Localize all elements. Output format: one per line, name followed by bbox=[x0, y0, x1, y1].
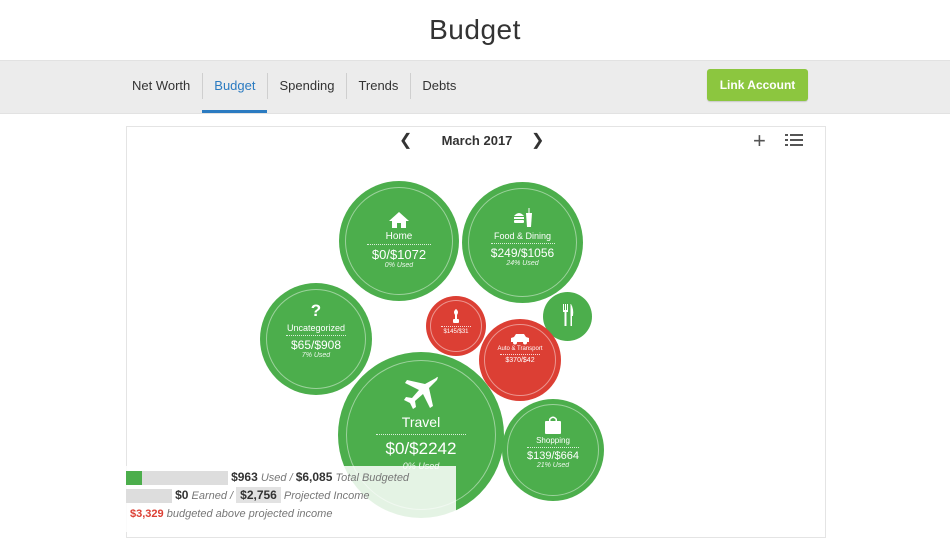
bubble-uncategorized-amount: $65/$908 bbox=[290, 338, 342, 352]
fast-food-icon bbox=[513, 208, 532, 227]
nav-bar: Net Worth Budget Spending Trends Debts L… bbox=[0, 60, 950, 114]
budget-summary: $963 Used / $6,085 Total Budgeted $0 Ear… bbox=[126, 466, 456, 532]
question-mark-icon: ? bbox=[310, 301, 322, 320]
bubble-travel-amount: $0/$2242 bbox=[385, 439, 457, 458]
summary-earned-label: Earned / bbox=[191, 490, 234, 502]
bubble-auto-transport[interactable]: Auto & Transport $370/$42 bbox=[479, 319, 561, 401]
bubble-shopping-name: Shopping bbox=[536, 436, 570, 445]
bubble-small-over[interactable]: $145/$31 bbox=[426, 296, 486, 356]
bubble-shopping-used: 21% Used bbox=[536, 462, 570, 469]
bubble-home-used: 0% Used bbox=[384, 262, 414, 269]
bubble-uncategorized-used: 7% Used bbox=[301, 352, 331, 359]
house-icon bbox=[389, 212, 409, 228]
shopping-bag-icon bbox=[545, 416, 561, 434]
bubble-auto-transport-amount: $370/$42 bbox=[505, 357, 535, 364]
car-icon bbox=[511, 334, 529, 345]
bubble-food-dining-amount: $249/$1056 bbox=[490, 246, 555, 260]
used-progress-bar bbox=[126, 471, 228, 486]
bubble-uncategorized[interactable]: ? Uncategorized $65/$908 7% Used bbox=[260, 283, 372, 395]
tab-spending[interactable]: Spending bbox=[267, 61, 346, 113]
bubble-food-dining[interactable]: Food & Dining $249/$1056 24% Used bbox=[462, 182, 583, 303]
used-progress-fill bbox=[126, 471, 143, 486]
page-title: Budget bbox=[429, 14, 521, 45]
summary-over-label: budgeted above projected income bbox=[166, 508, 333, 520]
plus-icon[interactable]: + bbox=[753, 129, 766, 153]
bubble-travel-name: Travel bbox=[401, 414, 441, 430]
summary-over-amount: $3,329 bbox=[130, 508, 164, 520]
bubble-shopping[interactable]: Shopping $139/$664 21% Used bbox=[502, 399, 604, 501]
tab-trends[interactable]: Trends bbox=[346, 61, 410, 113]
bubble-small-over-amount: $145/$31 bbox=[443, 329, 469, 335]
chevron-right-icon[interactable]: ❯ bbox=[531, 131, 544, 151]
tab-net-worth[interactable]: Net Worth bbox=[120, 61, 202, 113]
summary-total-budgeted: $6,085 bbox=[295, 470, 333, 484]
summary-projected-income-label: Projected Income bbox=[283, 490, 370, 502]
summary-used-label: Used / bbox=[260, 472, 293, 484]
bubble-home-name: Home bbox=[385, 231, 413, 242]
bubble-shopping-amount: $139/$664 bbox=[527, 450, 579, 462]
bubble-auto-transport-name: Auto & Transport bbox=[497, 346, 543, 352]
link-account-button[interactable]: Link Account bbox=[707, 69, 808, 101]
bubble-home[interactable]: Home $0/$1072 0% Used bbox=[339, 181, 459, 301]
tab-budget[interactable]: Budget bbox=[202, 61, 268, 113]
summary-earned-amount: $0 bbox=[175, 488, 189, 502]
tab-debts[interactable]: Debts bbox=[410, 61, 468, 113]
summary-used-row: $963 Used / $6,085 Total Budgeted bbox=[126, 470, 410, 486]
bubble-food-dining-used: 24% Used bbox=[506, 260, 539, 267]
summary-earned-row: $0 Earned / $2,756 Projected Income bbox=[126, 487, 370, 504]
summary-used-amount: $963 bbox=[231, 470, 258, 484]
summary-total-budgeted-label: Total Budgeted bbox=[335, 472, 410, 484]
nav-tabs: Net Worth Budget Spending Trends Debts bbox=[120, 61, 468, 113]
summary-over-row: $3,329 budgeted above projected income bbox=[130, 508, 332, 520]
bubble-home-amount: $0/$1072 bbox=[371, 247, 427, 262]
list-icon[interactable] bbox=[785, 132, 803, 153]
airplane-icon bbox=[404, 376, 438, 409]
earned-progress-bar bbox=[126, 489, 172, 504]
plant-icon bbox=[453, 309, 459, 323]
summary-projected-income: $2,756 bbox=[236, 487, 281, 503]
utensils-icon bbox=[562, 304, 573, 326]
bubble-food-dining-name: Food & Dining bbox=[493, 231, 552, 241]
bubble-uncategorized-name: Uncategorized bbox=[286, 323, 346, 333]
